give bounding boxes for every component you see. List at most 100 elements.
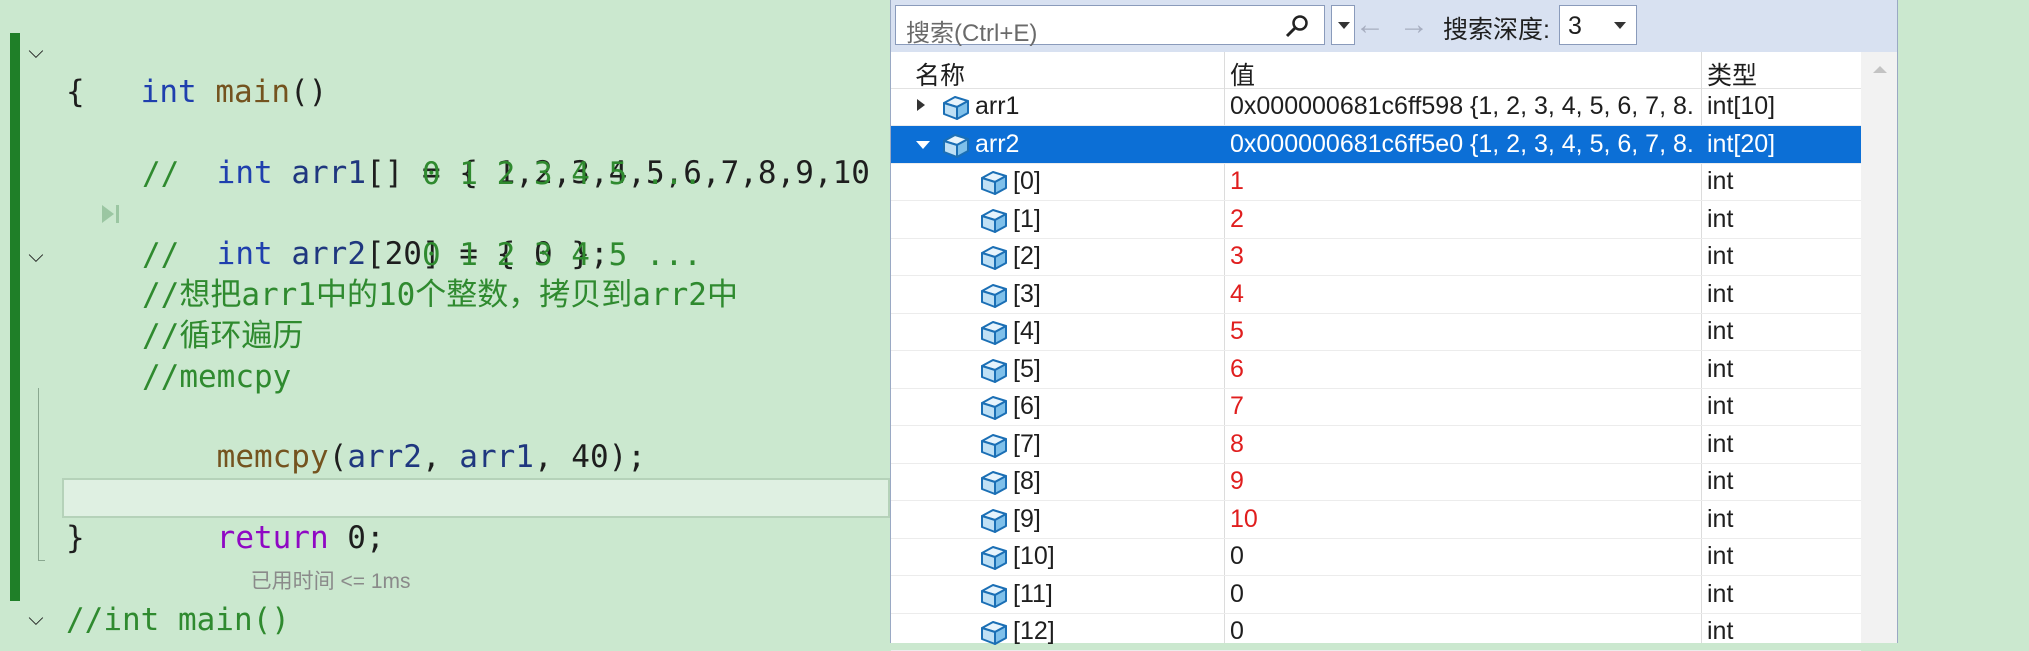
search-icon[interactable] <box>1284 14 1310 38</box>
watch-row-type: int[20] <box>1707 129 1776 158</box>
watch-row-name: [12] <box>1013 617 1055 645</box>
watch-row-type: int <box>1707 542 1734 570</box>
watch-row-name: [10] <box>1013 542 1055 570</box>
variable-icon <box>981 283 1007 308</box>
watch-row[interactable]: [4] 5 int <box>891 313 1861 351</box>
collapse-arrow-icon[interactable] <box>916 140 930 149</box>
watch-row[interactable]: [0] 1 int <box>891 163 1861 201</box>
watch-row-type: int <box>1707 242 1734 270</box>
code-line-8: //循环遍历 <box>142 318 304 354</box>
watch-row-value[interactable]: 0x000000681c6ff5e0 {1, 2, 3, 4, 5, 6, 7,… <box>1230 130 1696 159</box>
watch-row-type: int <box>1707 354 1734 383</box>
watch-row[interactable]: [10] 0 int <box>891 538 1861 576</box>
variable-icon <box>981 396 1007 420</box>
variable-icon <box>943 133 969 158</box>
watch-row[interactable]: [8] 9 int <box>891 463 1861 501</box>
code-line-9: //memcpy <box>142 359 292 395</box>
watch-row-value[interactable]: 7 <box>1230 392 1696 421</box>
expand-arrow-icon[interactable] <box>917 99 925 111</box>
watch-row-type: int <box>1707 392 1734 420</box>
search-depth-select[interactable]: 3 <box>1559 5 1637 45</box>
watch-row-value[interactable]: 0 <box>1230 542 1696 571</box>
watch-row-value[interactable]: 1 <box>1230 167 1696 196</box>
watch-row[interactable]: [3] 4 int <box>891 276 1861 314</box>
chevron-down-icon <box>1614 22 1626 29</box>
collapse-comment-icon-2[interactable]: ⌵ <box>25 607 47 629</box>
watch-row-type: int <box>1707 204 1734 233</box>
watch-row-name: [1] <box>1013 204 1041 233</box>
code-editor[interactable]: ⌵ ⌵ ⌵ int main() { int arr1[] = { 1,2,3,… <box>0 0 926 643</box>
watch-row[interactable]: [1] 2 int <box>891 201 1861 239</box>
perf-tip[interactable]: 已用时间 <= 1ms <box>251 570 411 593</box>
watch-row[interactable]: [9] 10 int <box>891 501 1861 539</box>
watch-row[interactable]: arr1 0x000000681c6ff598 {1, 2, 3, 4, 5, 6… <box>891 88 1861 126</box>
search-back-arrow-icon[interactable]: ← <box>1355 10 1385 40</box>
watch-row[interactable]: [6] 7 int <box>891 388 1861 426</box>
watch-row-value[interactable]: 10 <box>1230 505 1696 534</box>
search-depth-label: 搜索深度: <box>1443 16 1550 44</box>
watch-row-name: arr2 <box>975 129 1020 158</box>
watch-row[interactable]: [7] 8 int <box>891 426 1861 464</box>
code-line-2: { <box>66 74 85 110</box>
variable-icon <box>981 433 1007 458</box>
watch-row-type: int <box>1707 617 1734 645</box>
variable-icon <box>981 358 1007 383</box>
scope-guide <box>38 388 45 561</box>
search-forward-arrow-icon[interactable]: → <box>1399 10 1429 40</box>
variable-icon <box>981 471 1007 495</box>
watch-row[interactable]: [12] 0 int <box>891 613 1861 651</box>
watch-row-value[interactable]: 8 <box>1230 430 1696 459</box>
code-line-7: //想把arr1中的10个整数，拷贝到arr2中 <box>142 277 738 313</box>
watch-row-value[interactable]: 6 <box>1230 355 1696 384</box>
watch-row[interactable]: [5] 6 int <box>891 351 1861 389</box>
collapse-main-icon[interactable]: ⌵ <box>25 40 47 62</box>
watch-row-type: int <box>1707 579 1734 608</box>
variable-icon <box>981 583 1007 608</box>
watch-row-value[interactable]: 3 <box>1230 242 1696 271</box>
watch-row-value[interactable]: 9 <box>1230 467 1696 496</box>
watch-toolbar: 搜索(Ctrl+E) ← → 搜索深度: 3 <box>891 0 1897 52</box>
watch-row-type: int <box>1707 504 1734 533</box>
watch-row-name: [6] <box>1013 392 1041 420</box>
change-tracking-bar <box>10 33 20 601</box>
watch-row[interactable]: arr2 0x000000681c6ff5e0 {1, 2, 3, 4, 5, 6… <box>891 125 1861 164</box>
search-options-dropdown[interactable] <box>1331 5 1355 45</box>
watch-row-value[interactable]: 0 <box>1230 617 1696 646</box>
collapse-comment-icon[interactable]: ⌵ <box>25 244 47 266</box>
variable-icon <box>981 508 1007 533</box>
watch-row-name: arr1 <box>975 92 1020 120</box>
variable-icon <box>981 621 1007 645</box>
vertical-scrollbar[interactable] <box>1861 52 1897 643</box>
watch-row-name: [2] <box>1013 242 1041 270</box>
watch-row-value[interactable]: 0x000000681c6ff598 {1, 2, 3, 4, 5, 6, 7,… <box>1230 92 1696 121</box>
variable-icon <box>981 246 1007 270</box>
watch-row-type: int <box>1707 467 1734 495</box>
column-header-name[interactable]: 名称 <box>915 56 965 92</box>
watch-row-name: [5] <box>1013 354 1041 383</box>
watch-row-value[interactable]: 5 <box>1230 317 1696 346</box>
variable-icon <box>981 171 1007 195</box>
column-header-value[interactable]: 值 <box>1230 56 1255 92</box>
watch-row-name: [3] <box>1013 279 1041 308</box>
variable-icon <box>981 546 1007 570</box>
watch-row-value[interactable]: 0 <box>1230 580 1696 609</box>
watch-row-name: [11] <box>1013 579 1053 608</box>
variable-icon <box>943 96 969 120</box>
watch-row-type: int <box>1707 167 1734 195</box>
column-header-type[interactable]: 类型 <box>1707 56 1757 92</box>
watch-row-value[interactable]: 2 <box>1230 205 1696 234</box>
watch-row-type: int <box>1707 279 1734 308</box>
watch-row-type: int[10] <box>1707 92 1776 120</box>
variable-icon <box>981 321 1007 345</box>
code-line-13: } <box>66 520 85 556</box>
watch-row[interactable]: [2] 3 int <box>891 238 1861 276</box>
watch-row[interactable]: [11] 0 int <box>891 576 1861 614</box>
watch-row-value[interactable]: 4 <box>1230 280 1696 309</box>
search-input[interactable]: 搜索(Ctrl+E) <box>895 5 1325 47</box>
watch-row-name: [7] <box>1013 429 1041 458</box>
code-line-4: // 0 1 2 3 4 5 ... <box>142 156 702 192</box>
scroll-up-icon[interactable] <box>1873 66 1887 73</box>
watch-row-type: int <box>1707 429 1734 458</box>
watch-row-type: int <box>1707 317 1734 345</box>
run-to-click-icon[interactable] <box>98 199 126 229</box>
